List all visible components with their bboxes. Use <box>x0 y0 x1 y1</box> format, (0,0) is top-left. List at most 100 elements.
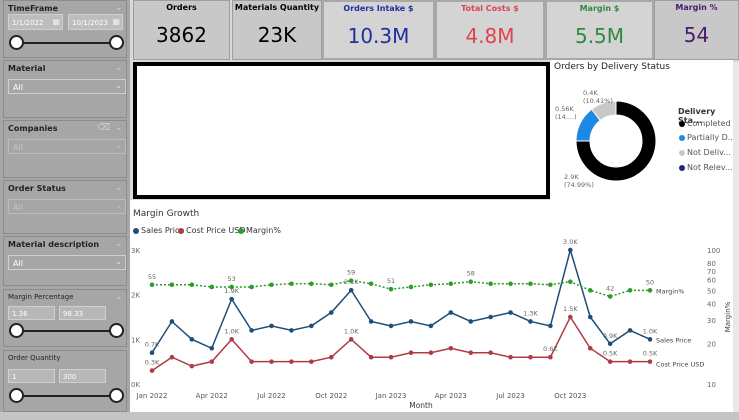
material-dropdown[interactable]: All ⌄ <box>8 79 126 94</box>
margin-slider-min-handle[interactable] <box>9 323 24 338</box>
donut-label-partial: 0.56K (14....) <box>555 105 577 121</box>
chevron-down-icon[interactable]: ⌄ <box>115 63 122 72</box>
data-label: 1.0K <box>224 327 239 335</box>
chevron-down-icon[interactable]: ⌄ <box>115 3 122 12</box>
data-point <box>528 354 533 360</box>
margin-max-input[interactable]: 98.33 <box>59 306 106 320</box>
legend-item-not-delivered[interactable]: Not Deliv... <box>679 148 731 157</box>
start-date-value: 1/1/2022 <box>12 19 44 27</box>
donut-label-not-delivered: 0.4K (10.41%) <box>583 89 613 105</box>
quantity-slider-min-handle[interactable] <box>9 388 24 403</box>
kpi-value: 5.5M <box>574 24 625 48</box>
data-point <box>368 281 374 287</box>
data-point <box>607 341 613 347</box>
kpi-card-materials-quantity[interactable]: Materials Quantity 23K <box>232 0 322 60</box>
chevron-down-icon[interactable]: ⌄ <box>115 239 122 248</box>
data-point <box>428 350 434 356</box>
kpi-card-orders[interactable]: Orders 3862 <box>133 0 230 60</box>
data-point <box>627 328 633 333</box>
material-description-dropdown[interactable]: All ⌄ <box>8 255 126 270</box>
y-tick-label: 1K <box>131 336 140 344</box>
start-date-input[interactable]: 1/1/2022 ▦ <box>8 14 63 30</box>
kpi-card-margin[interactable]: Margin $ 5.5M <box>545 0 654 60</box>
x-tick-label: Apr 2023 <box>435 392 467 400</box>
data-point <box>249 328 254 333</box>
series-end-label: Margin% <box>656 287 684 295</box>
timeframe-slider-end-handle[interactable] <box>109 35 124 50</box>
series-end-label: Sales Price <box>656 336 691 344</box>
material-value: All <box>13 83 23 92</box>
data-point <box>309 281 314 287</box>
timeframe-slider-start-handle[interactable] <box>9 35 24 50</box>
margin-growth-chart[interactable]: 0K 1K 2K 3K 10 20 30 40 50 607080 100 Margin% Jan 20… <box>130 236 733 412</box>
data-point <box>348 287 354 293</box>
legend-item-cost-price[interactable]: Cost Price USD <box>178 226 245 235</box>
data-point <box>209 359 215 364</box>
blank-visual-placeholder[interactable] <box>133 62 550 199</box>
margin-max-value: 98.33 <box>63 310 84 318</box>
y2-tick-label: 100 <box>707 247 720 255</box>
kpi-title: Margin $ <box>579 4 620 13</box>
data-point <box>368 354 374 360</box>
eraser-icon[interactable]: ⌫ <box>97 123 110 133</box>
margin-percentage-title: Margin Percentage <box>8 293 74 301</box>
filter-sidebar: TimeFrame ⌄ 1/1/2022 ▦ 10/1/2023 ▦ Mater… <box>0 0 130 412</box>
legend-dot <box>178 227 184 234</box>
companies-dropdown[interactable]: All ⌄ <box>8 139 126 154</box>
series-line-1 <box>151 315 650 372</box>
vertical-scrollbar[interactable] <box>733 62 739 412</box>
timeframe-slider-track[interactable] <box>18 42 114 44</box>
data-point <box>289 281 294 287</box>
data-point <box>587 345 593 351</box>
legend-item-margin-pct[interactable]: Margin% <box>238 226 281 235</box>
legend-item-not-relevant[interactable]: Not Relev... <box>679 163 733 172</box>
data-point <box>189 282 195 288</box>
legend-dot <box>133 227 139 234</box>
kpi-title: Materials Quantity <box>234 3 320 12</box>
data-point <box>289 328 294 333</box>
data-point <box>488 350 493 356</box>
legend-item-sales-price[interactable]: Sales Price <box>133 226 184 235</box>
legend-dot <box>679 134 685 141</box>
data-point <box>328 354 334 360</box>
kpi-card-margin-percent[interactable]: Margin % 54 <box>654 0 739 60</box>
legend-label: Not Deliv... <box>687 148 731 157</box>
data-point <box>607 294 613 299</box>
quantity-slider-max-handle[interactable] <box>109 388 124 403</box>
data-label: 0.3K <box>145 359 160 367</box>
y2-tick-label: 30 <box>707 317 716 325</box>
x-tick-label: Jan 2023 <box>375 392 407 400</box>
delivery-status-donut[interactable] <box>575 100 657 182</box>
legend-item-completed[interactable]: Completed <box>679 119 731 128</box>
calendar-icon[interactable]: ▦ <box>112 17 120 26</box>
margin-min-input[interactable]: 1.36 <box>8 306 55 320</box>
end-date-input[interactable]: 10/1/2023 ▦ <box>68 14 123 30</box>
data-point <box>587 288 593 293</box>
data-point <box>468 279 474 285</box>
kpi-value: 10.3M <box>347 24 410 48</box>
calendar-icon[interactable]: ▦ <box>52 17 60 26</box>
chevron-down-icon[interactable]: ⌄ <box>115 292 122 301</box>
y2-tick-label: 80 <box>707 260 716 268</box>
chevron-down-icon[interactable]: ⌄ <box>115 123 122 132</box>
legend-item-partially-delivered[interactable]: Partially D... <box>679 133 735 142</box>
order-status-dropdown[interactable]: All ⌄ <box>8 199 126 214</box>
data-point <box>309 359 314 364</box>
data-label: 0.6K <box>543 345 558 353</box>
kpi-card-total-costs[interactable]: Total Costs $ 4.8M <box>435 0 545 60</box>
legend-label: Margin% <box>246 226 281 235</box>
data-point <box>249 359 254 364</box>
data-point <box>269 359 274 364</box>
kpi-card-orders-intake[interactable]: Orders Intake $ 10.3M <box>322 0 435 60</box>
margin-slider-max-handle[interactable] <box>109 323 124 338</box>
quantity-min-input[interactable]: 1 <box>8 369 55 383</box>
series-end-label: Cost Price USD <box>656 361 704 369</box>
quantity-max-input[interactable]: 300 <box>59 369 106 383</box>
quantity-slider-track[interactable] <box>18 395 114 397</box>
x-axis-title: Month <box>409 401 433 410</box>
chevron-down-icon[interactable]: ⌄ <box>115 183 122 192</box>
margin-slider-track[interactable] <box>18 330 114 332</box>
y2-tick-label: 60 <box>707 277 716 285</box>
data-label: 53 <box>228 275 236 283</box>
data-point <box>448 281 454 287</box>
